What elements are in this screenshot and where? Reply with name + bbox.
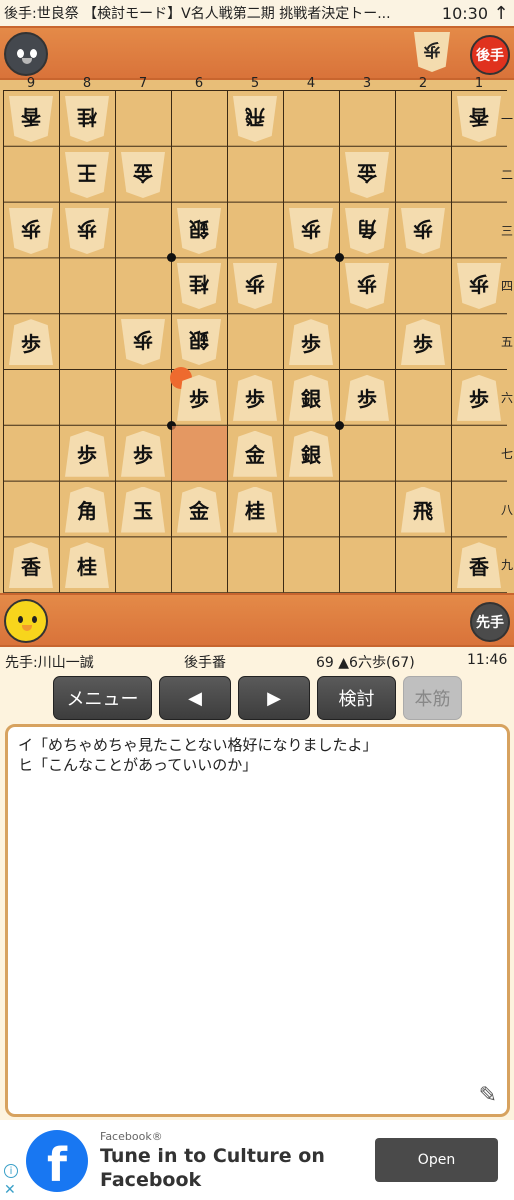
file-label: 2 — [418, 76, 428, 91]
clock: 11:46 — [467, 652, 508, 668]
sente-piece[interactable]: 玉 — [121, 486, 165, 533]
shogi-board[interactable]: 987654321一二三四五六七八九 香桂飛香王金金歩歩銀歩角歩桂歩歩歩歩銀歩歩… — [0, 76, 514, 593]
gote-piece[interactable]: 王 — [65, 152, 109, 198]
gote-piece[interactable]: 歩 — [65, 208, 109, 254]
sente-piece[interactable]: 桂 — [65, 542, 109, 589]
pencil-icon[interactable]: ✎ — [479, 1085, 497, 1107]
gote-piece[interactable]: 桂 — [65, 96, 109, 142]
file-label: 8 — [82, 76, 92, 91]
sente-avatar — [4, 599, 48, 643]
comment-line: ヒ「こんなことがあっていいのか」 — [18, 756, 258, 774]
sente-piece[interactable]: 香 — [9, 542, 53, 589]
gote-piece[interactable]: 歩 — [121, 319, 165, 365]
ad-open-button[interactable]: Open — [375, 1138, 498, 1182]
sente-piece[interactable]: 飛 — [401, 486, 445, 533]
status-bar: 後手:世良祭 【検討モード】V名人戦第二期 挑戦者決定トー... 10:30 ↑ — [0, 0, 514, 26]
file-label: 4 — [306, 76, 316, 91]
sente-piece-stand: 先手 — [0, 593, 514, 647]
ad-sponsor: Facebook® — [100, 1130, 163, 1143]
gote-piece[interactable]: 金 — [345, 152, 389, 198]
sente-piece[interactable]: 金 — [233, 430, 277, 477]
gote-piece[interactable]: 歩 — [401, 208, 445, 254]
gote-piece[interactable]: 銀 — [177, 319, 221, 365]
gote-turn-badge: 後手 — [470, 35, 510, 75]
sente-piece[interactable]: 角 — [65, 486, 109, 533]
gote-hand-piece[interactable]: 歩 — [414, 32, 450, 72]
file-label: 3 — [362, 76, 372, 91]
file-label: 9 — [26, 76, 36, 91]
turn-indicator: 後手番 — [184, 655, 226, 671]
star-point — [335, 420, 344, 430]
last-move-origin — [172, 425, 227, 481]
ad-close-icon[interactable]: ✕ — [4, 1182, 16, 1198]
status-time: 10:30 — [441, 3, 488, 23]
file-label: 6 — [194, 76, 204, 91]
game-title: 後手:世良祭 【検討モード】V名人戦第二期 挑戦者決定トー... — [4, 6, 391, 22]
gote-piece[interactable]: 角 — [345, 208, 389, 254]
sente-piece[interactable]: 歩 — [121, 430, 165, 477]
last-move: 69 ▲6六歩(67) — [316, 655, 415, 671]
file-label: 7 — [138, 76, 148, 91]
info-bar: 先手:川山一誠 後手番 69 ▲6六歩(67) 11:46 — [0, 649, 514, 673]
gote-piece[interactable]: 香 — [457, 96, 501, 142]
gote-piece[interactable]: 銀 — [177, 208, 221, 254]
gote-piece[interactable]: 歩 — [9, 208, 53, 254]
sente-piece[interactable]: 銀 — [289, 430, 333, 477]
mainline-button[interactable]: 本筋 — [403, 676, 462, 720]
gote-piece[interactable]: 金 — [121, 152, 165, 198]
sente-player-name: 先手:川山一誠 — [5, 655, 94, 671]
gote-piece[interactable]: 飛 — [233, 96, 277, 142]
upload-arrow-icon: ↑ — [493, 2, 509, 24]
sente-piece[interactable]: 歩 — [401, 319, 445, 366]
sente-piece[interactable]: 歩 — [177, 374, 221, 421]
file-label: 1 — [474, 76, 484, 91]
ad-info-icon[interactable]: i — [4, 1164, 18, 1178]
gote-piece[interactable]: 歩 — [457, 263, 501, 309]
sente-piece[interactable]: 歩 — [289, 319, 333, 366]
comment-box[interactable]: イ「めちゃめちゃ見たことない格好になりましたよ」 ヒ「こんなことがあっていいのか… — [5, 724, 510, 1117]
gote-piece[interactable]: 歩 — [289, 208, 333, 254]
sente-turn-badge: 先手 — [470, 602, 510, 642]
gote-piece[interactable]: 歩 — [233, 263, 277, 309]
gote-piece[interactable]: 香 — [9, 96, 53, 142]
sente-piece[interactable]: 歩 — [65, 430, 109, 477]
gote-piece-stand: 歩 後手 — [0, 26, 514, 80]
next-move-button[interactable]: ▶ — [238, 676, 310, 720]
sente-piece[interactable]: 歩 — [9, 319, 53, 366]
ad-headline: Tune in to Culture on Facebook — [100, 1145, 325, 1191]
gote-piece[interactable]: 歩 — [345, 263, 389, 309]
review-button[interactable]: 検討 — [317, 676, 396, 720]
sente-piece[interactable]: 歩 — [345, 374, 389, 421]
sente-piece[interactable]: 金 — [177, 486, 221, 533]
ad-banner[interactable]: i ✕ f Facebook® Tune in to Culture on Fa… — [0, 1120, 514, 1200]
file-label: 5 — [250, 76, 260, 91]
sente-piece[interactable]: 香 — [457, 542, 501, 589]
facebook-logo-icon: f — [26, 1130, 88, 1192]
comment-line: イ「めちゃめちゃ見たことない格好になりましたよ」 — [18, 736, 378, 754]
prev-move-button[interactable]: ◀ — [159, 676, 231, 720]
sente-piece[interactable]: 銀 — [289, 374, 333, 421]
menu-button[interactable]: メニュー — [53, 676, 152, 720]
gote-piece[interactable]: 桂 — [177, 263, 221, 309]
navigation-buttons: メニュー ◀ ▶ 検討 本筋 — [0, 676, 514, 720]
gote-avatar — [4, 32, 48, 76]
sente-piece[interactable]: 歩 — [457, 374, 501, 421]
sente-piece[interactable]: 桂 — [233, 486, 277, 533]
sente-piece[interactable]: 歩 — [233, 374, 277, 421]
